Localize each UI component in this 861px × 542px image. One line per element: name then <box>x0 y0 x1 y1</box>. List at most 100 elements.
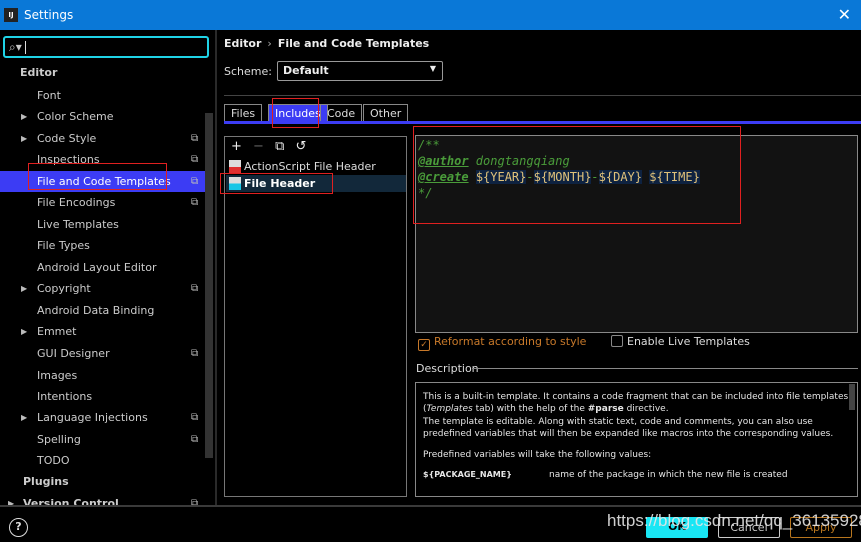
breadcrumb: Editor › File and Code Templates <box>224 37 429 50</box>
template-item-actionscript[interactable]: ActionScript File Header <box>226 158 406 175</box>
live-templates-checkbox[interactable]: Enable Live Templates <box>611 335 750 348</box>
project-scope-icon: ⧉ <box>191 348 199 359</box>
template-editor[interactable]: /** @author dongtangqiang @create ${YEAR… <box>415 135 858 333</box>
code-text: - <box>591 170 599 184</box>
divider <box>472 368 858 369</box>
description-label: Description <box>416 362 479 375</box>
sidebar-item-plugins[interactable]: Plugins <box>0 471 205 492</box>
breadcrumb-current: File and Code Templates <box>277 37 430 50</box>
tab-other[interactable]: Other <box>363 104 409 122</box>
code-tag: @create <box>418 170 469 184</box>
divider <box>224 95 861 96</box>
scheme-value: Default <box>283 64 329 77</box>
code-variable: ${TIME} <box>649 170 700 184</box>
reset-icon[interactable]: ↺ <box>296 139 307 154</box>
list-toolbar: + − ⧉ ↺ <box>231 139 306 154</box>
help-icon[interactable]: ? <box>9 518 28 537</box>
sidebar-item-inspections[interactable]: Inspections ⧉ <box>0 149 205 170</box>
sidebar-item-label: Images <box>37 369 78 382</box>
template-label: ActionScript File Header <box>244 160 376 173</box>
expand-arrow-icon[interactable]: ▶ <box>21 407 27 428</box>
remove-icon[interactable]: − <box>253 139 264 154</box>
title-bar: IJ Settings ✕ <box>0 0 861 30</box>
sidebar-item-version-control[interactable]: ▶ Version Control ⧉ <box>0 493 205 514</box>
add-icon[interactable]: + <box>231 139 242 154</box>
sidebar-item-gui-designer[interactable]: GUI Designer ⧉ <box>0 343 205 364</box>
project-scope-icon: ⧉ <box>191 133 199 144</box>
text-caret <box>25 41 26 54</box>
desc-text: Templates <box>426 404 473 415</box>
tab-files[interactable]: Files <box>224 104 263 122</box>
watermark: https://blog.csdn.net/qq_36135928 <box>607 511 861 530</box>
sidebar-item-label: Inspections <box>37 153 100 166</box>
project-scope-icon: ⧉ <box>191 498 199 509</box>
project-scope-icon: ⧉ <box>191 154 199 165</box>
description-scrollbar[interactable] <box>849 384 855 410</box>
desc-text: The template is editable. Along with sta… <box>423 416 834 440</box>
sidebar-item-android-data-binding[interactable]: Android Data Binding <box>0 300 205 321</box>
template-item-file-header[interactable]: File Header <box>226 175 406 192</box>
expand-arrow-icon[interactable]: ▶ <box>21 106 27 127</box>
scheme-dropdown[interactable]: Default ▼ <box>277 61 443 81</box>
sidebar-item-spelling[interactable]: Spelling ⧉ <box>0 429 205 450</box>
desc-text: tab) with the help of the <box>472 404 588 415</box>
sidebar-item-label: Version Control <box>23 497 119 510</box>
sidebar-item-language-injections[interactable]: ▶ Language Injections ⧉ <box>0 407 205 428</box>
sidebar-item-label: Spelling <box>37 433 81 446</box>
sidebar-item-emmet[interactable]: ▶ Emmet <box>0 321 205 342</box>
sidebar-item-intentions[interactable]: Intentions <box>0 386 205 407</box>
sidebar-item-copyright[interactable]: ▶ Copyright ⧉ <box>0 278 205 299</box>
sidebar-item-label: Language Injections <box>37 411 148 424</box>
sidebar-item-editor[interactable]: Editor <box>0 62 205 83</box>
sidebar-item-label: Code Style <box>37 132 97 145</box>
sidebar-item-todo[interactable]: TODO <box>0 450 205 471</box>
scheme-label: Scheme: <box>224 65 272 78</box>
project-scope-icon: ⧉ <box>191 197 199 208</box>
expand-arrow-icon[interactable]: ▶ <box>8 493 14 514</box>
project-scope-icon: ⧉ <box>191 176 199 187</box>
sidebar-item-file-and-code-templates[interactable]: File and Code Templates ⧉ <box>0 171 205 192</box>
sidebar-item-file-types[interactable]: File Types <box>0 235 205 256</box>
sidebar-item-label: Emmet <box>37 325 77 338</box>
desc-text: directive. <box>623 404 669 415</box>
file-header-icon <box>229 177 241 190</box>
search-icon: ⌕▾ <box>9 40 22 54</box>
sidebar-item-label: Android Data Binding <box>37 304 155 317</box>
sidebar-item-label: Font <box>37 89 61 102</box>
project-scope-icon: ⧉ <box>191 412 199 423</box>
project-scope-icon: ⧉ <box>191 434 199 445</box>
close-icon[interactable]: ✕ <box>838 5 851 24</box>
sidebar-item-label: File Encodings <box>37 196 116 209</box>
sidebar-item-font[interactable]: Font <box>0 85 205 106</box>
sidebar-item-label: GUI Designer <box>37 347 110 360</box>
template-list-panel: + − ⧉ ↺ ActionScript File Header File He… <box>224 136 407 497</box>
copy-icon[interactable]: ⧉ <box>275 139 284 154</box>
expand-arrow-icon[interactable]: ▶ <box>21 278 27 299</box>
breadcrumb-parent[interactable]: Editor <box>224 37 261 50</box>
check-icon: ✓ <box>418 339 430 351</box>
checkbox-label: Enable Live Templates <box>627 335 750 348</box>
breadcrumb-separator: › <box>267 37 272 50</box>
template-label: File Header <box>244 177 316 190</box>
expand-arrow-icon[interactable]: ▶ <box>21 128 27 149</box>
code-text: - <box>526 170 534 184</box>
chevron-down-icon: ▼ <box>429 64 436 73</box>
sidebar-item-images[interactable]: Images <box>0 365 205 386</box>
sidebar-item-code-style[interactable]: ▶ Code Style ⧉ <box>0 128 205 149</box>
code-line: */ <box>418 186 433 200</box>
expand-arrow-icon[interactable]: ▶ <box>21 321 27 342</box>
splitter[interactable] <box>215 30 217 506</box>
sidebar-item-file-encodings[interactable]: File Encodings ⧉ <box>0 192 205 213</box>
sidebar-item-live-templates[interactable]: Live Templates <box>0 214 205 235</box>
sidebar-item-android-layout-editor[interactable]: Android Layout Editor <box>0 257 205 278</box>
sidebar-scrollbar[interactable] <box>205 113 213 458</box>
variable-description: name of the package in which the new fil… <box>549 470 788 481</box>
reformat-checkbox[interactable]: ✓ Reformat according to style <box>418 335 586 351</box>
search-input[interactable]: ⌕▾ <box>3 36 209 58</box>
variable-name: ${PACKAGE_NAME} <box>423 470 512 480</box>
app-logo-icon: IJ <box>4 8 18 22</box>
code-variable: ${MONTH} <box>533 170 592 184</box>
tab-code[interactable]: Code <box>320 104 363 122</box>
tab-includes[interactable]: Includes <box>268 104 328 122</box>
sidebar-item-color-scheme[interactable]: ▶ Color Scheme <box>0 106 205 127</box>
